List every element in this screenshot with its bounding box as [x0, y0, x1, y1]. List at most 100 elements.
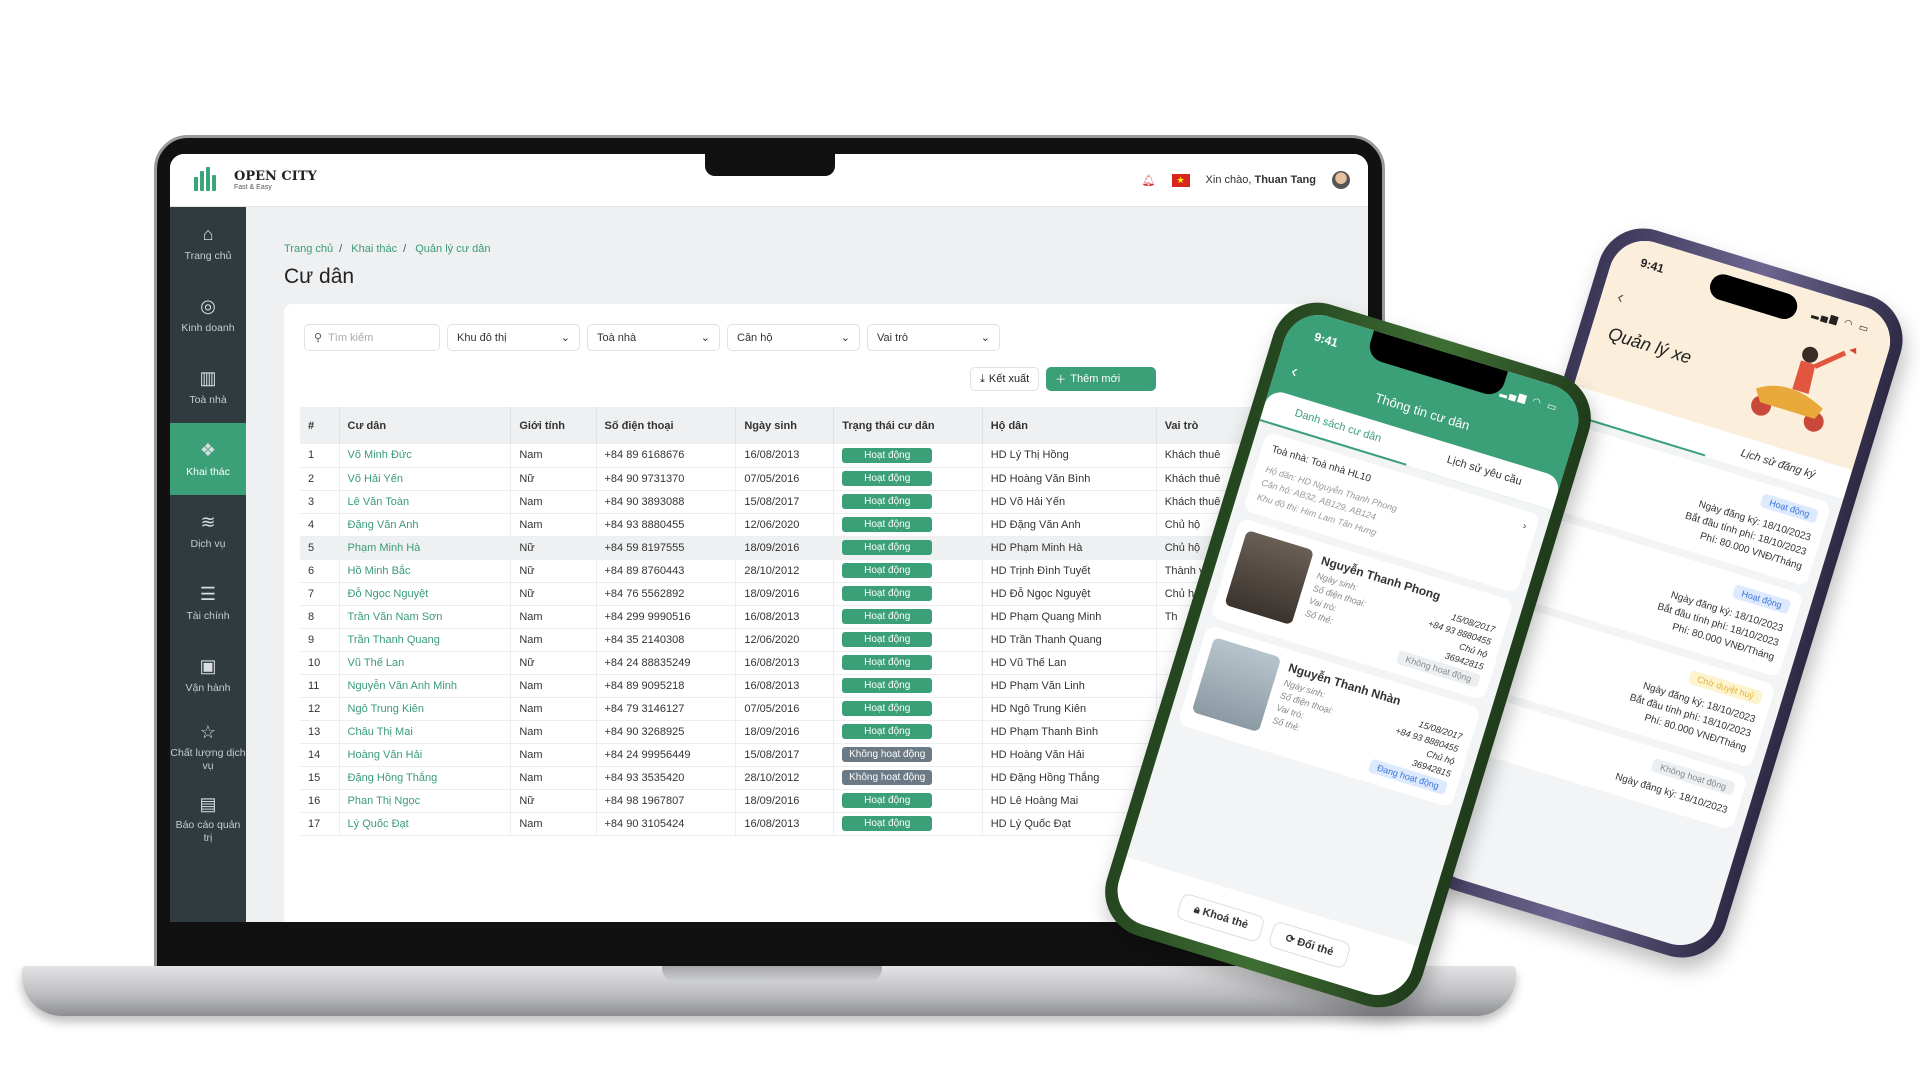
household: HD Đặng Hồng Thắng — [982, 766, 1157, 790]
phone: +84 90 9731370 — [596, 467, 737, 491]
sidebar-item-label: Trang chủ — [184, 249, 232, 262]
search-icon: ⚲ — [314, 332, 323, 344]
household: HD Hoàng Văn Bình — [982, 467, 1157, 491]
sidebar-item-label: Kinh doanh — [181, 321, 235, 334]
table-row[interactable]: 6 Hồ Minh Bắc Nữ +84 89 8760443 28/10/2012 Ho… — [300, 559, 1340, 583]
row-index: 6 — [300, 559, 340, 583]
resident-name[interactable]: Vũ Thế Lan — [339, 651, 512, 675]
search-input[interactable]: ⚲ Tìm kiếm — [304, 324, 440, 351]
status-badge: Hoạt động — [842, 678, 933, 693]
gender: Nam — [510, 766, 597, 790]
resident-name[interactable]: Hoàng Văn Hải — [339, 743, 512, 767]
resident-name[interactable]: Trần Thanh Quang — [339, 628, 512, 652]
sidebar-item-label: Chất lượng dịch vụ — [170, 747, 246, 773]
status: Hoạt động — [833, 651, 983, 675]
column-header[interactable]: Hộ dân — [982, 407, 1157, 444]
sidebar-item-layers[interactable]: ≋ Dịch vụ — [170, 495, 246, 567]
gender: Nam — [510, 444, 597, 468]
row-index: 4 — [300, 513, 340, 537]
logo[interactable]: OPEN CITY Fast & Easy — [188, 165, 317, 195]
table-row[interactable]: 7 Đỗ Ngọc Nguyệt Nữ +84 76 5562892 18/09/201… — [300, 582, 1340, 606]
breadcrumb-home[interactable]: Trang chủ — [284, 243, 333, 255]
resident-name[interactable]: Đặng Hồng Thắng — [339, 766, 512, 790]
gender: Nam — [510, 697, 597, 721]
column-header[interactable]: Vai trò — [1156, 407, 1256, 444]
resident-name[interactable]: Trần Văn Nam Sơn — [339, 605, 512, 629]
birth-date: 18/09/2016 — [735, 536, 835, 560]
sidebar-item-building[interactable]: ▥ Toà nhà — [170, 351, 246, 423]
resident-name[interactable]: Lý Quốc Đạt — [339, 812, 512, 836]
sidebar-item-target[interactable]: ◎ Kinh doanh — [170, 279, 246, 351]
breadcrumb-current[interactable]: Quản lý cư dân — [415, 243, 490, 255]
resident-name[interactable]: Đặng Văn Anh — [339, 513, 512, 537]
column-header[interactable]: Ngày sinh — [735, 407, 835, 444]
column-header[interactable]: Số điện thoại — [596, 407, 737, 444]
sidebar-item-star[interactable]: ☆ Chất lượng dịch vụ — [170, 711, 246, 783]
export-button[interactable]: ⤓ Kết xuất — [970, 367, 1040, 391]
target-icon: ◎ — [200, 296, 216, 317]
sidebar-item-briefcase[interactable]: ▣ Vận hành — [170, 639, 246, 711]
column-header[interactable]: Trạng thái cư dân — [833, 407, 983, 444]
status: Hoạt động — [833, 628, 983, 652]
vietnam-flag-icon[interactable]: ★ — [1171, 173, 1190, 187]
brand-tagline: Fast & Easy — [234, 184, 272, 191]
resident-name[interactable]: Lê Văn Toàn — [339, 490, 512, 514]
status: Hoạt động — [833, 513, 983, 537]
add-button[interactable]: ＋ Thêm mới — [1046, 367, 1157, 391]
status: Hoạt động — [833, 720, 983, 744]
lock-card-button[interactable]: 🔒︎ Khoá thẻ — [1175, 891, 1267, 943]
resident-name[interactable]: Châu Thị Mai — [339, 720, 512, 744]
column-header[interactable]: # — [300, 407, 340, 444]
gender: Nam — [510, 628, 597, 652]
row-index: 1 — [300, 444, 340, 468]
sidebar-item-home[interactable]: ⌂ Trang chủ — [170, 207, 246, 279]
table-row[interactable]: 2 Võ Hải Yến Nữ +84 90 9731370 07/05/2016 Hoạ… — [300, 467, 1340, 491]
filter-apartment[interactable]: Căn hộ ⌄ — [727, 324, 860, 351]
filter-building[interactable]: Toà nhà ⌄ — [587, 324, 720, 351]
resident-name[interactable]: Võ Minh Đức — [339, 444, 512, 468]
birth-date: 28/10/2012 — [735, 766, 835, 790]
status: Hoạt động — [833, 674, 983, 698]
avatar[interactable] — [1332, 171, 1350, 189]
filter-role[interactable]: Vai trò ⌄ — [867, 324, 1000, 351]
status-badge: Hoạt động — [842, 655, 933, 670]
change-card-button[interactable]: ⟳ Đổi thẻ — [1267, 919, 1352, 969]
gender: Nữ — [510, 536, 597, 560]
row-index: 9 — [300, 628, 340, 652]
resident-name[interactable]: Phan Thị Ngọc — [339, 789, 512, 813]
table-row[interactable]: 5 Phạm Minh Hà Nữ +84 59 8197555 18/09/2016 H… — [300, 536, 1340, 560]
home-icon: ⌂ — [202, 224, 214, 245]
bell-icon[interactable]: 🔔︎ — [1142, 174, 1156, 187]
resident-name[interactable]: Đỗ Ngọc Nguyệt — [339, 582, 512, 606]
breadcrumb-operations[interactable]: Khai thác — [351, 243, 397, 255]
household: HD Phạm Quang Minh — [982, 605, 1157, 629]
table-row[interactable]: 3 Lê Văn Toàn Nam +84 90 3893088 15/08/2017 H… — [300, 490, 1340, 514]
camera-notch — [705, 154, 835, 176]
sidebar-item-handshake[interactable]: ❖ Khai thác — [170, 423, 246, 495]
sidebar: ⌂ Trang chủ ◎ Kinh doanh ▥ Toà nhà ❖ Khai thác ≋… — [170, 207, 246, 922]
table-row[interactable]: 4 Đặng Văn Anh Nam +84 93 8880455 12/06/2020… — [300, 513, 1340, 537]
resident-name[interactable]: Phạm Minh Hà — [339, 536, 512, 560]
filter-urban-area[interactable]: Khu đô thị ⌄ — [447, 324, 580, 351]
status: Hoạt động — [833, 444, 983, 468]
status: Không hoạt động — [833, 766, 983, 790]
gender: Nữ — [510, 789, 597, 813]
table-row[interactable]: 1 Võ Minh Đức Nam +84 89 6168676 16/08/2013 H… — [300, 444, 1340, 468]
resident-name[interactable]: Ngô Trung Kiên — [339, 697, 512, 721]
sidebar-item-report[interactable]: ▤ Báo cáo quản trị — [170, 783, 246, 855]
resident-name[interactable]: Nguyễn Văn Anh Minh — [339, 674, 512, 698]
column-header[interactable]: Cư dân — [339, 407, 512, 444]
back-icon[interactable]: ‹ — [1615, 286, 1627, 308]
sidebar-item-database[interactable]: ☰ Tài chính — [170, 567, 246, 639]
resident-name[interactable]: Võ Hải Yến — [339, 467, 512, 491]
status-badge: Hoạt động — [842, 816, 933, 831]
gender: Nam — [510, 812, 597, 836]
logo-icon — [188, 165, 226, 195]
birth-date: 07/05/2016 — [735, 697, 835, 721]
column-header[interactable]: Giới tính — [510, 407, 597, 444]
resident-name[interactable]: Hồ Minh Bắc — [339, 559, 512, 583]
status-badge: Hoạt động — [842, 517, 933, 532]
birth-date: 16/08/2013 — [735, 444, 835, 468]
birth-date: 16/08/2013 — [735, 812, 835, 836]
gender: Nam — [510, 605, 597, 629]
